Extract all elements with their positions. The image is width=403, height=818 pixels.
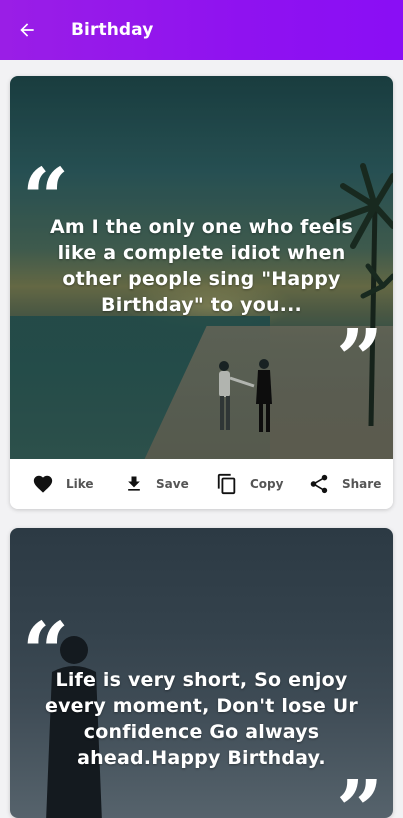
copy-icon	[216, 472, 238, 496]
save-label: Save	[156, 477, 189, 491]
share-label: Share	[342, 477, 382, 491]
quote-image: “ Am I the only one who feels like a com…	[10, 76, 393, 459]
download-icon	[124, 473, 144, 495]
page-title: Birthday	[71, 20, 154, 40]
copy-button[interactable]: Copy	[216, 459, 283, 509]
copy-label: Copy	[250, 477, 284, 491]
like-button[interactable]: Like	[32, 459, 94, 509]
card-actions: Like Save Copy Share	[10, 459, 393, 509]
quote-image: “ Life is very short, So enjoy every mom…	[10, 528, 393, 818]
back-button[interactable]	[1, 0, 53, 60]
quote-text: Am I the only one who feels like a compl…	[49, 216, 354, 316]
quote-card: “ Life is very short, So enjoy every mom…	[10, 528, 393, 818]
arrow-left-icon	[20, 23, 34, 37]
share-icon	[308, 473, 330, 495]
heart-icon	[32, 473, 54, 495]
quote-card: “ Am I the only one who feels like a com…	[10, 76, 393, 509]
app-bar: Birthday	[0, 0, 403, 60]
close-quote-icon: ”	[336, 312, 384, 408]
close-quote-icon: ”	[336, 763, 384, 818]
save-button[interactable]: Save	[124, 459, 189, 509]
like-label: Like	[66, 477, 94, 491]
quote-text: Life is very short, So enjoy every momen…	[45, 669, 358, 769]
share-button[interactable]: Share	[308, 459, 381, 509]
